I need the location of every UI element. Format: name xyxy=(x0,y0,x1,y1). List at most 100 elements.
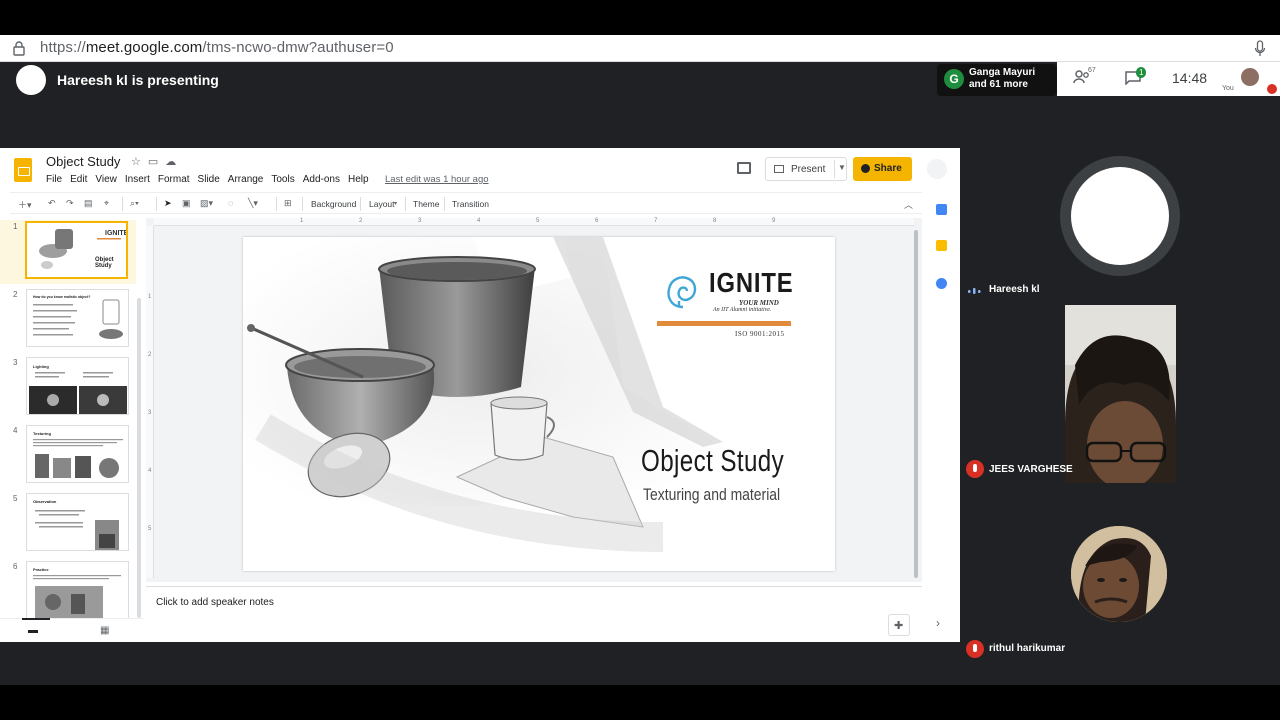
canvas-scrollbar[interactable] xyxy=(914,230,918,578)
ruler-tick: 2 xyxy=(359,218,363,224)
slide-title: Object Study xyxy=(641,443,785,478)
background-button[interactable]: Background xyxy=(311,199,356,209)
layout-button[interactable]: Layout xyxy=(369,199,395,209)
title-actions[interactable]: ☆▭☁ xyxy=(131,155,183,168)
ruler-tick: 1 xyxy=(300,218,304,224)
redo-icon[interactable]: ↷ xyxy=(66,198,74,209)
line-icon[interactable]: ╲▾ xyxy=(248,198,258,209)
top-letterbox xyxy=(0,0,1280,35)
slide-number: 2 xyxy=(13,290,18,299)
menu-file[interactable]: File xyxy=(46,174,62,185)
chat-button[interactable]: 1 xyxy=(1125,67,1147,90)
share-button[interactable]: Share xyxy=(853,157,912,181)
present-button[interactable]: Present ▼ xyxy=(765,157,847,181)
undo-icon[interactable]: ↶ xyxy=(48,198,56,209)
star-icon[interactable]: ☆ xyxy=(131,156,148,168)
menu-addons[interactable]: Add-ons xyxy=(303,174,340,185)
tasks-icon[interactable] xyxy=(936,278,947,289)
main-slide[interactable]: IGNITE YOUR MIND An IIT Alumni initiativ… xyxy=(243,237,835,571)
thumb-3-art xyxy=(29,372,127,414)
slide-thumbnail-2[interactable]: How do you know realistic object? xyxy=(26,289,129,347)
zoom-icon[interactable]: ⌕▾ xyxy=(130,198,139,209)
people-count: 67 xyxy=(1088,67,1096,74)
filmstrip-view-underline xyxy=(22,618,50,620)
ruler-tick: 4 xyxy=(477,218,481,224)
slide-subtitle: Texturing and material xyxy=(643,485,781,504)
grid-view-icon[interactable]: ▦ xyxy=(100,625,109,636)
explore-button[interactable]: ✚ xyxy=(888,614,910,636)
chevron-down-icon[interactable]: ▼ xyxy=(838,163,846,172)
avatar-photo xyxy=(1071,526,1167,622)
comment-add-icon[interactable]: ⊞ xyxy=(284,198,292,209)
new-slide-icon[interactable]: ＋▾ xyxy=(18,198,32,211)
participant-avatar-rithul xyxy=(1071,526,1167,622)
speaking-indicator-icon xyxy=(968,288,981,294)
collapse-toolbar-icon[interactable]: ︿ xyxy=(904,198,913,211)
move-folder-icon[interactable]: ▭ xyxy=(148,156,165,168)
menu-view[interactable]: View xyxy=(95,174,117,185)
people-button[interactable]: 67 xyxy=(1073,67,1096,89)
slide-thumbnail-5[interactable]: Observation xyxy=(26,493,129,551)
image-icon[interactable]: ▨▾ xyxy=(200,198,213,209)
paint-format-icon[interactable]: ⌖ xyxy=(104,198,109,209)
slides-logo-icon[interactable] xyxy=(14,158,32,182)
chip-name-line2: and 61 more xyxy=(969,79,1028,90)
slide-thumbnail-4[interactable]: Texturing xyxy=(26,425,129,483)
thumb-5-art xyxy=(35,510,119,550)
speaker-notes[interactable]: Click to add speaker notes xyxy=(146,586,922,642)
microphone-icon[interactable] xyxy=(1254,40,1266,57)
theme-button[interactable]: Theme xyxy=(413,199,439,209)
url-text[interactable]: https://meet.google.com/tms-ncwo-dmw?aut… xyxy=(40,39,394,56)
shape-icon[interactable]: ◌ xyxy=(228,198,233,208)
ruler-tick: 6 xyxy=(595,218,599,224)
thumb-6-art xyxy=(33,575,121,618)
textbox-icon[interactable]: ▣ xyxy=(182,198,191,209)
toolbar-divider xyxy=(276,197,277,211)
ruler-tick: 5 xyxy=(536,218,540,224)
print-icon[interactable]: ▤ xyxy=(84,198,93,209)
transition-button[interactable]: Transition xyxy=(452,199,489,209)
menu-format[interactable]: Format xyxy=(158,174,190,185)
menu-tools[interactable]: Tools xyxy=(271,174,294,185)
layout-caret-icon[interactable]: ▾ xyxy=(394,200,397,207)
menu-arrange[interactable]: Arrange xyxy=(228,174,264,185)
slide-thumbnail-1[interactable]: IGNITE Object Study xyxy=(25,221,128,279)
keep-icon[interactable] xyxy=(936,240,947,251)
filmstrip-scrollbar[interactable] xyxy=(137,298,141,618)
thumb-1-title: Object Study xyxy=(95,257,114,269)
thumb-1-art: IGNITE xyxy=(39,229,126,269)
self-avatar[interactable] xyxy=(1241,68,1259,86)
ruler-tick: 1 xyxy=(148,294,152,300)
comment-icon[interactable] xyxy=(737,162,751,174)
filmstrip-view-icon[interactable]: ▬ xyxy=(28,625,38,636)
toolbar-divider xyxy=(122,197,123,211)
menu-insert[interactable]: Insert xyxy=(125,174,150,185)
participant-video-jees xyxy=(1065,305,1176,483)
slide-thumbnail-6[interactable]: Practice xyxy=(26,561,129,619)
calendar-icon[interactable] xyxy=(936,204,947,215)
document-title[interactable]: Object Study xyxy=(46,154,120,169)
bottom-letterbox xyxy=(0,685,1280,720)
ruler-tick: 4 xyxy=(148,468,152,474)
presenting-label: Hareesh kl is presenting xyxy=(57,72,219,88)
self-mic-off-icon xyxy=(1267,84,1277,94)
share-label: Share xyxy=(874,163,902,174)
slide-number: 5 xyxy=(13,494,18,503)
address-bar[interactable]: https://meet.google.com/tms-ncwo-dmw?aut… xyxy=(0,35,1280,62)
present-label: Present xyxy=(791,164,826,175)
slide-number: 6 xyxy=(13,562,18,571)
chevron-right-icon[interactable]: › xyxy=(936,616,940,630)
ruler-horizontal: 1 2 3 4 5 6 7 8 9 xyxy=(154,218,914,226)
toolbar-divider xyxy=(405,197,406,211)
last-edit-link[interactable]: Last edit was 1 hour ago xyxy=(385,174,489,185)
menu-edit[interactable]: Edit xyxy=(70,174,87,185)
slide-thumbnail-3[interactable]: Lighting xyxy=(26,357,129,415)
cloud-icon[interactable]: ☁ xyxy=(165,156,183,168)
speaker-notes-placeholder[interactable]: Click to add speaker notes xyxy=(156,597,274,608)
menu-help[interactable]: Help xyxy=(348,174,369,185)
mic-off-icon xyxy=(966,460,984,478)
account-avatar[interactable] xyxy=(927,159,947,179)
menu-slide[interactable]: Slide xyxy=(198,174,220,185)
select-icon[interactable]: ➤ xyxy=(164,198,172,209)
filmstrip: 1 IGNITE Object Study 2 How do you know … xyxy=(0,218,144,619)
